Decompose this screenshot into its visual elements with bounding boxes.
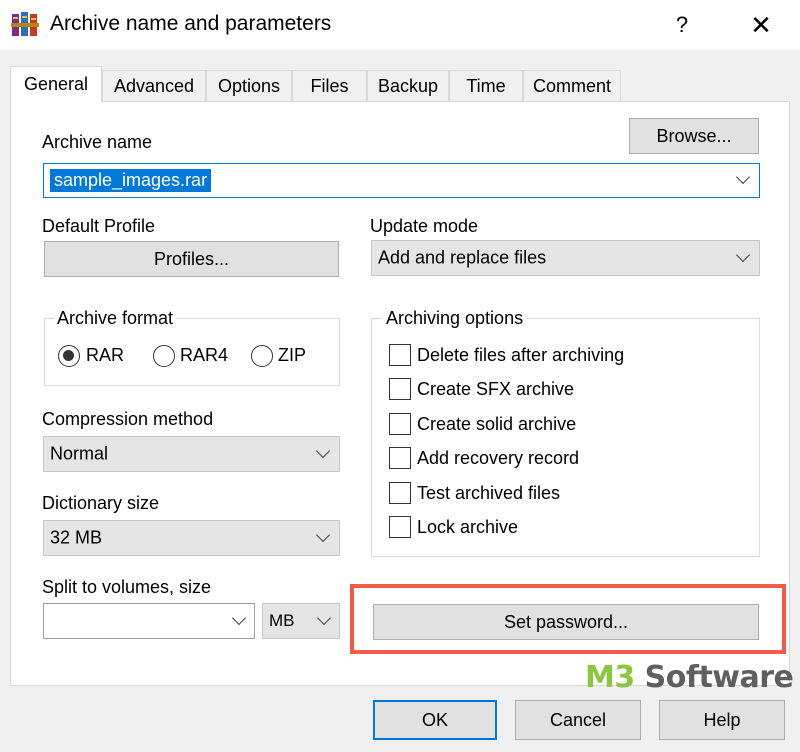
tab-backup[interactable]: Backup [367, 70, 449, 102]
split-unit-value: MB [269, 611, 295, 630]
ok-button[interactable]: OK [373, 700, 497, 740]
archive-name-combo[interactable]: sample_images.rar [43, 163, 760, 198]
title-bar: Archive name and parameters ? ✕ [0, 0, 800, 50]
highlight-box [350, 584, 786, 654]
help-button[interactable]: Help [659, 700, 785, 740]
watermark-prefix: M3 [585, 660, 635, 695]
split-size-combo[interactable] [43, 603, 255, 639]
checkbox-test-files[interactable] [389, 482, 411, 504]
update-mode-select[interactable]: Add and replace files [371, 240, 760, 276]
chevron-down-icon[interactable] [231, 610, 247, 626]
dictionary-size-label: Dictionary size [42, 493, 160, 513]
checkbox-recovery-record[interactable] [389, 447, 411, 469]
archive-name-input[interactable]: sample_images.rar [50, 169, 212, 192]
radio-rar[interactable] [58, 345, 80, 367]
radio-zip[interactable] [251, 345, 273, 367]
archiving-options-label: Archiving options [383, 308, 527, 329]
archive-format-label: Archive format [54, 308, 177, 329]
compression-method-select[interactable]: Normal [43, 436, 340, 472]
checkbox-create-sfx[interactable] [389, 378, 411, 400]
radio-selected-dot [63, 350, 74, 361]
close-icon[interactable]: ✕ [735, 0, 787, 50]
chevron-down-icon[interactable] [315, 443, 331, 459]
checkbox-lock-archive-label[interactable]: Lock archive [417, 517, 518, 538]
radio-rar4-label[interactable]: RAR4 [180, 345, 228, 366]
tab-files[interactable]: Files [292, 70, 367, 102]
radio-zip-label[interactable]: ZIP [278, 345, 306, 366]
tab-comment[interactable]: Comment [523, 70, 621, 102]
cancel-button[interactable]: Cancel [515, 700, 641, 740]
split-unit-select[interactable]: MB [262, 603, 340, 639]
checkbox-recovery-record-label[interactable]: Add recovery record [417, 448, 579, 469]
chevron-down-icon[interactable] [735, 247, 751, 263]
tab-options[interactable]: Options [206, 70, 292, 102]
update-mode-value: Add and replace files [378, 247, 547, 268]
checkbox-delete-files[interactable] [389, 344, 411, 366]
compression-method-value: Normal [50, 443, 109, 464]
window-title: Archive name and parameters [50, 12, 332, 35]
checkbox-create-solid[interactable] [389, 413, 411, 435]
checkbox-lock-archive[interactable] [389, 516, 411, 538]
radio-rar-label[interactable]: RAR [86, 345, 124, 366]
default-profile-label: Default Profile [42, 216, 156, 236]
tab-general[interactable]: General [10, 66, 102, 102]
watermark-suffix: Software [634, 660, 794, 695]
dictionary-size-select[interactable]: 32 MB [43, 520, 340, 556]
tab-time[interactable]: Time [449, 70, 523, 102]
checkbox-test-files-label[interactable]: Test archived files [417, 483, 560, 504]
m3-software-watermark: M3 Software [585, 660, 794, 695]
help-icon[interactable]: ? [664, 0, 700, 50]
checkbox-create-solid-label[interactable]: Create solid archive [417, 414, 576, 435]
update-mode-label: Update mode [370, 216, 479, 236]
checkbox-delete-files-label[interactable]: Delete files after archiving [417, 345, 624, 366]
profiles-button[interactable]: Profiles... [44, 241, 339, 277]
chevron-down-icon[interactable] [316, 610, 332, 626]
browse-button[interactable]: Browse... [629, 118, 759, 154]
winrar-icon [11, 12, 39, 36]
radio-rar4[interactable] [153, 345, 175, 367]
archive-name-label: Archive name [42, 132, 153, 152]
compression-method-label: Compression method [42, 409, 214, 429]
tab-advanced[interactable]: Advanced [102, 70, 206, 102]
chevron-down-icon[interactable] [735, 169, 751, 185]
split-volumes-label: Split to volumes, size [42, 577, 212, 597]
dictionary-size-value: 32 MB [50, 527, 103, 548]
chevron-down-icon[interactable] [315, 527, 331, 543]
checkbox-create-sfx-label[interactable]: Create SFX archive [417, 379, 574, 400]
